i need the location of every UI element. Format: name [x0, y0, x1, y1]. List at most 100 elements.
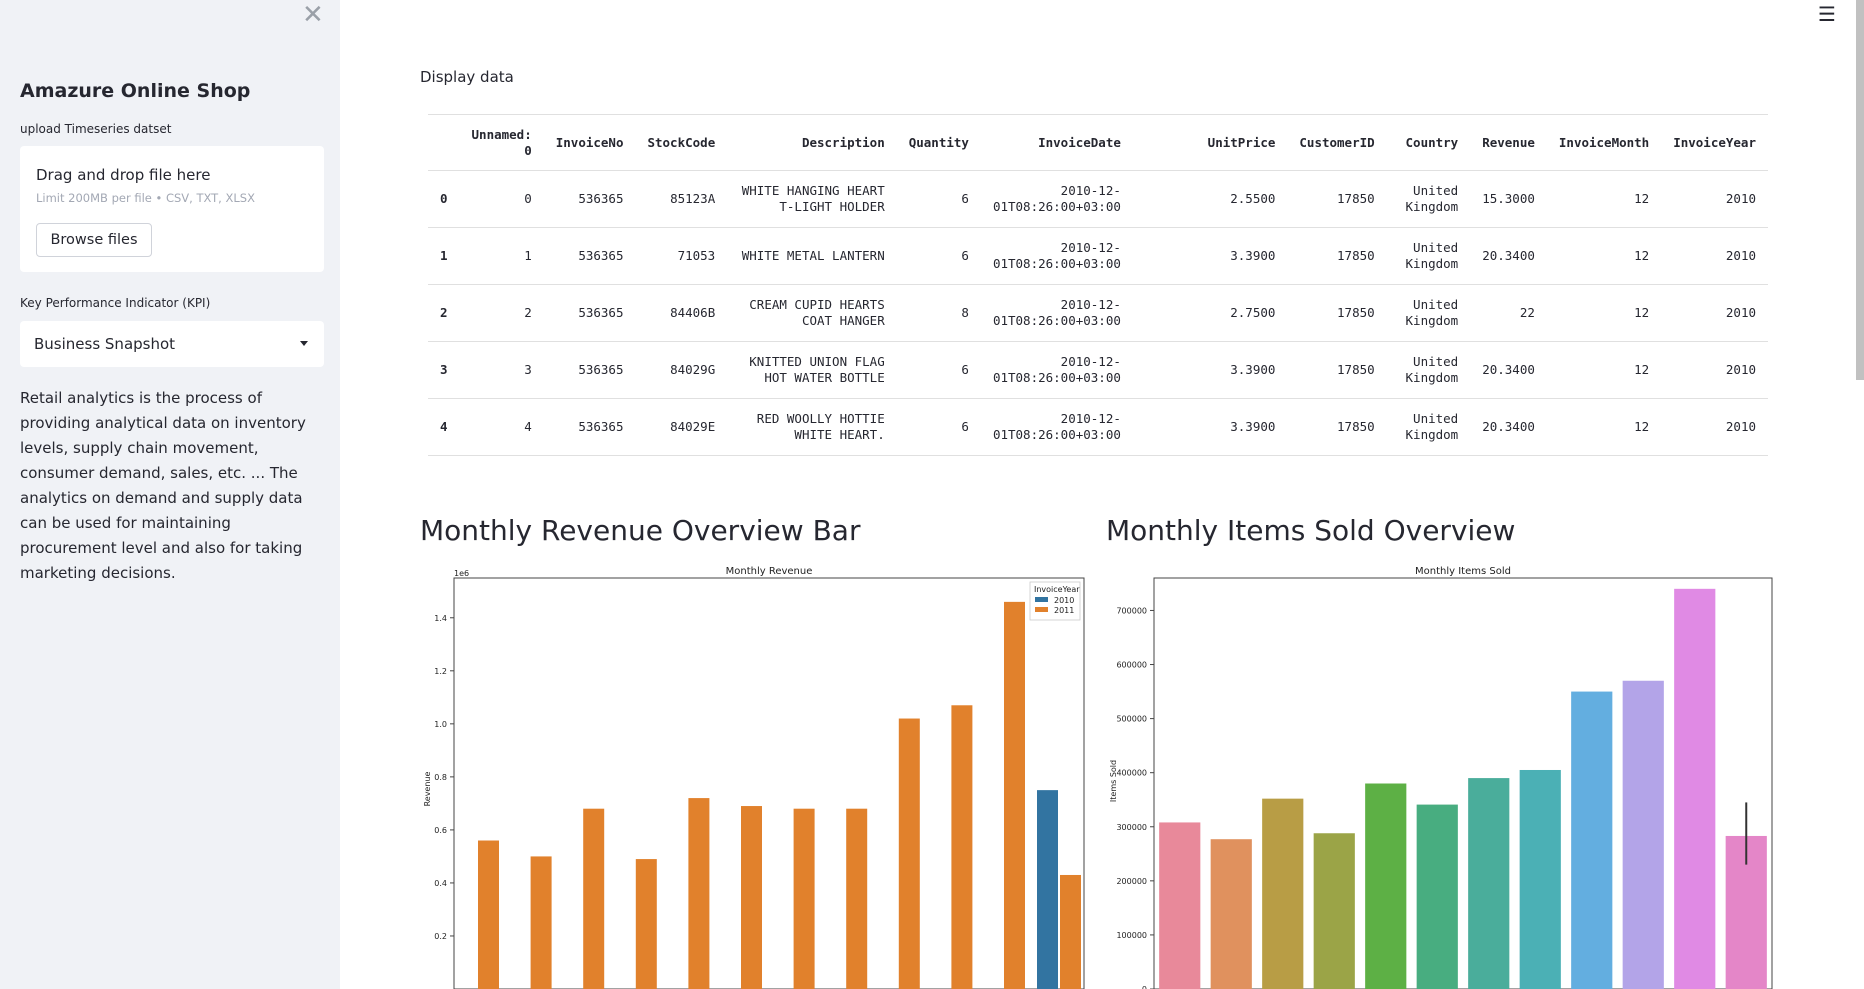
- table-row[interactable]: 4 4 536365 84029E RED WOOLLY HOTTIE WHITE HE…: [428, 398, 1768, 456]
- table-row[interactable]: 1 1 536365 71053 WHITE METAL LANTERN 6 2010-12…: [428, 227, 1768, 285]
- table-cell: 12: [1546, 170, 1662, 228]
- table-row[interactable]: 0 0 536365 85123A WHITE HANGING HEART T-LIGH…: [428, 170, 1768, 228]
- menu-icon[interactable]: ☰: [1818, 2, 1836, 26]
- chevron-down-icon: [300, 341, 308, 346]
- revenue-bar-chart: Monthly Revenue 1e6 Revenue 0.2 0.4 0.6 0.8 1.0…: [423, 566, 1085, 989]
- row-index: 3: [428, 341, 460, 399]
- y-tick-label: 400000: [1116, 769, 1147, 778]
- table-cell: 2010: [1661, 227, 1768, 285]
- column-header[interactable]: Description: [727, 114, 897, 171]
- table-row[interactable]: 2 2 536365 84406B CREAM CUPID HEARTS COAT HA…: [428, 284, 1768, 342]
- table-cell: 6: [896, 170, 981, 228]
- legend-swatch: [1035, 597, 1048, 602]
- y-axis-label: Revenue: [423, 772, 432, 807]
- column-header[interactable]: InvoiceYear: [1661, 114, 1768, 171]
- table-cell: 84029E: [635, 398, 728, 456]
- table-cell: 2010: [1661, 284, 1768, 342]
- y-tick-label: 100000: [1116, 931, 1147, 940]
- y-tick-label: 0.8: [434, 773, 447, 782]
- revenue-section-title: Monthly Revenue Overview Bar: [420, 514, 861, 547]
- table-cell: 3: [459, 341, 544, 399]
- column-header[interactable]: Revenue: [1470, 114, 1547, 171]
- table-cell: 2010-12-01T08:26:00+03:00: [980, 170, 1133, 228]
- table-cell: 3.3900: [1132, 227, 1288, 285]
- table-cell: 6: [896, 398, 981, 456]
- column-header[interactable]: CustomerID: [1287, 114, 1387, 171]
- y-tick-label: 0.6: [434, 826, 447, 835]
- kpi-label: Key Performance Indicator (KPI): [20, 296, 211, 310]
- column-header[interactable]: InvoiceNo: [543, 114, 636, 171]
- table-cell: 2010: [1661, 341, 1768, 399]
- table-cell: 6: [896, 227, 981, 285]
- row-index: 2: [428, 284, 460, 342]
- bar: [1210, 839, 1252, 989]
- y-tick-label: 1.4: [434, 614, 447, 623]
- close-sidebar-icon[interactable]: ✕: [302, 0, 324, 30]
- bar-2011: [793, 808, 815, 989]
- bar-2011: [898, 718, 920, 989]
- scrollbar[interactable]: [1856, 0, 1864, 380]
- table-cell: 12: [1546, 398, 1662, 456]
- column-header[interactable]: Country: [1386, 114, 1471, 171]
- table-cell: 20.3400: [1470, 341, 1547, 399]
- browse-files-button[interactable]: Browse files: [36, 223, 152, 257]
- row-index: 1: [428, 227, 460, 285]
- table-cell: 17850: [1287, 341, 1387, 399]
- table-cell: 17850: [1287, 398, 1387, 456]
- uploader-title: Drag and drop file here: [36, 166, 211, 184]
- column-header[interactable]: UnitPrice: [1132, 114, 1288, 171]
- column-header[interactable]: Quantity: [896, 114, 981, 171]
- bar: [1313, 833, 1355, 989]
- chart-title: Monthly Revenue: [726, 566, 813, 577]
- file-uploader[interactable]: Drag and drop file here Limit 200MB per …: [20, 146, 324, 272]
- table-cell: KNITTED UNION FLAG HOT WATER BOTTLE: [727, 341, 897, 399]
- axis-scale-label: 1e6: [454, 569, 469, 578]
- bar: [1365, 783, 1407, 989]
- table-cell: 536365: [543, 227, 636, 285]
- bar: [1159, 822, 1201, 989]
- table-cell: 0: [459, 170, 544, 228]
- table-header-row: Unnamed: 0 InvoiceNo StockCode Descripti…: [428, 114, 1768, 171]
- bar: [1519, 769, 1561, 989]
- table-cell: 2.5500: [1132, 170, 1288, 228]
- table-cell: 2: [459, 284, 544, 342]
- y-tick-label: 700000: [1116, 606, 1147, 615]
- kpi-select[interactable]: Business Snapshot: [20, 321, 324, 367]
- table-cell: 1: [459, 227, 544, 285]
- column-header[interactable]: InvoiceMonth: [1546, 114, 1662, 171]
- bar-2011: [846, 808, 868, 989]
- table-cell: 17850: [1287, 284, 1387, 342]
- items-section-title: Monthly Items Sold Overview: [1106, 514, 1516, 547]
- column-header[interactable]: Unnamed: 0: [459, 114, 544, 171]
- items-sold-bar-chart: Monthly Items Sold Items Sold 0 100000 20000…: [1109, 566, 1773, 989]
- bar: [1262, 798, 1304, 989]
- bar-2011: [1004, 601, 1025, 989]
- table-cell: United Kingdom: [1386, 170, 1471, 228]
- table-cell: 2010: [1661, 398, 1768, 456]
- index-header: [428, 114, 460, 171]
- legend-label: 2010: [1054, 596, 1074, 605]
- bar-2011: [583, 808, 605, 989]
- table-cell: WHITE METAL LANTERN: [727, 227, 897, 285]
- table-cell: 12: [1546, 341, 1662, 399]
- row-index: 0: [428, 170, 460, 228]
- table-cell: 3.3900: [1132, 341, 1288, 399]
- column-header[interactable]: InvoiceDate: [980, 114, 1133, 171]
- table-row[interactable]: 3 3 536365 84029G KNITTED UNION FLAG HOT WAT…: [428, 341, 1768, 399]
- data-table: Unnamed: 0 InvoiceNo StockCode Descripti…: [428, 114, 1768, 456]
- table-cell: 536365: [543, 170, 636, 228]
- bar: [1674, 588, 1716, 989]
- uploader-limit: Limit 200MB per file • CSV, TXT, XLSX: [36, 191, 255, 205]
- bar: [1571, 691, 1613, 989]
- app-title: Amazure Online Shop: [20, 80, 251, 102]
- bar-2011: [530, 856, 552, 989]
- column-header[interactable]: StockCode: [635, 114, 728, 171]
- bar-2011: [635, 859, 657, 989]
- bar: [1468, 778, 1510, 989]
- bar-2011: [1060, 874, 1081, 989]
- chart-title: Monthly Items Sold: [1415, 566, 1511, 577]
- table-cell: 2010-12-01T08:26:00+03:00: [980, 227, 1133, 285]
- table-cell: 4: [459, 398, 544, 456]
- bar-2011: [688, 798, 710, 989]
- sidebar: ✕ Amazure Online Shop upload Timeseries …: [0, 0, 340, 989]
